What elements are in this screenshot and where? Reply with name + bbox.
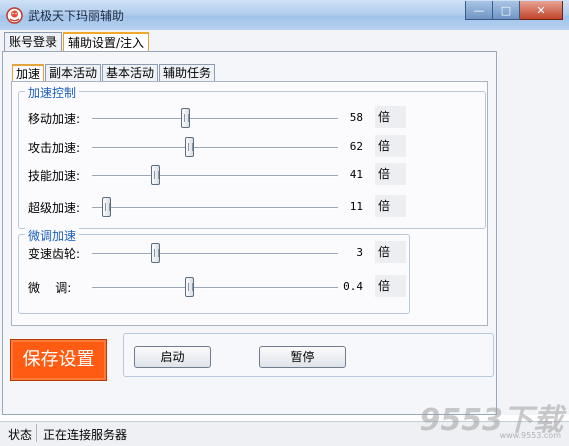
maximize-icon: □	[500, 3, 512, 17]
watermark-url: www.9553.com	[499, 431, 561, 440]
slider-thumb[interactable]	[101, 197, 111, 217]
tab-account-login[interactable]: 账号登录	[4, 32, 63, 51]
slider-track[interactable]	[92, 253, 338, 255]
slider-label: 变速齿轮:	[28, 247, 81, 261]
slider-value: 3	[356, 246, 363, 259]
slider-track[interactable]	[92, 118, 338, 120]
status-label: 状态	[8, 428, 33, 442]
tab-assist-settings[interactable]: 辅助设置/注入	[63, 32, 150, 53]
slider-track[interactable]	[92, 175, 338, 177]
slider-thumb[interactable]	[185, 277, 195, 297]
tab-assist-tasks[interactable]: 辅助任务	[159, 64, 216, 82]
unit-label: 倍	[375, 275, 406, 297]
slider-thumb[interactable]	[180, 108, 190, 128]
title-bar[interactable]: 武极天下玛丽辅助 — □ ✕	[0, 0, 569, 31]
group-title: 微调加速	[25, 227, 80, 244]
group-title: 加速控制	[25, 84, 80, 101]
slider-track[interactable]	[92, 207, 338, 209]
minimize-button[interactable]: —	[465, 1, 493, 20]
maximize-button[interactable]: □	[493, 1, 520, 20]
minimize-icon: —	[473, 3, 485, 17]
app-icon	[6, 7, 23, 24]
main-tabs: 账号登录 辅助设置/注入	[4, 32, 150, 53]
unit-label: 倍	[375, 163, 406, 185]
slider-thumb[interactable]	[151, 243, 161, 263]
control-button-panel: 启动 暂停	[123, 333, 494, 377]
close-button[interactable]: ✕	[520, 1, 563, 20]
unit-label: 倍	[375, 135, 406, 157]
unit-label: 倍	[375, 195, 406, 217]
start-button[interactable]: 启动	[134, 346, 211, 368]
tab-dungeon-activities[interactable]: 副本活动	[45, 64, 102, 82]
unit-label: 倍	[375, 241, 406, 263]
slider-label: 攻击加速:	[28, 141, 81, 155]
save-settings-button[interactable]: 保存设置	[10, 339, 107, 381]
slider-value: 41	[349, 168, 363, 181]
slider-label: 技能加速:	[28, 169, 81, 183]
tab-basic-activities[interactable]: 基本活动	[102, 64, 159, 82]
unit-label: 倍	[375, 106, 406, 128]
slider-label: 超级加速:	[28, 201, 81, 215]
window-title: 武极天下玛丽辅助	[28, 9, 125, 23]
slider-track[interactable]	[92, 287, 338, 289]
status-text: 正在连接服务器	[43, 428, 128, 442]
slider-value: 0.4	[343, 280, 363, 293]
slider-track[interactable]	[92, 147, 338, 149]
slider-label: 微 调:	[28, 281, 72, 295]
slider-thumb[interactable]	[185, 137, 195, 157]
slider-thumb[interactable]	[151, 165, 161, 185]
status-divider	[36, 424, 37, 442]
slider-value: 58	[349, 111, 363, 124]
slider-value: 11	[349, 200, 363, 213]
pause-button[interactable]: 暂停	[259, 346, 346, 368]
slider-label: 移动加速:	[28, 112, 81, 126]
close-icon: ✕	[536, 3, 546, 17]
slider-value: 62	[349, 140, 363, 153]
